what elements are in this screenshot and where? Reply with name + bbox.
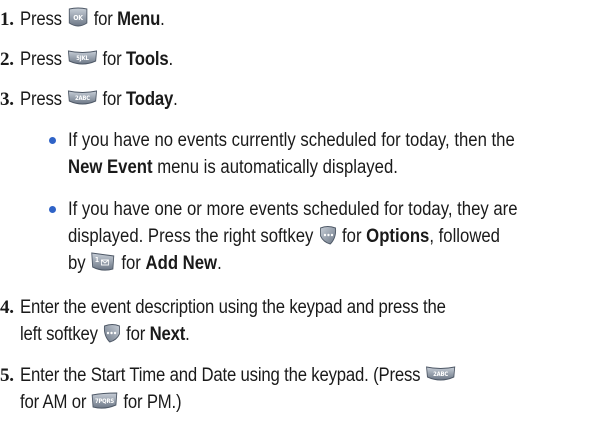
step-4: 4. Enter the event description using the… — [0, 294, 504, 321]
step-3: 3. Press 2ABC for Today. — [0, 86, 199, 113]
step-text: Press — [20, 9, 62, 30]
bullet-line: If you have no events currently schedule… — [68, 130, 515, 151]
step-text: left softkey — [20, 324, 98, 345]
bullet-text: for — [121, 253, 141, 274]
7-key-icon: 7PQRS — [91, 391, 119, 411]
step-5: 5. Enter the Start Time and Date using t… — [0, 362, 516, 389]
step-target: Today — [125, 89, 174, 110]
step-2: 2. Press 5JKL for Tools. — [0, 46, 194, 73]
step-number: 2. — [0, 49, 14, 70]
bullet-text: by — [68, 253, 86, 274]
step-number: 5. — [0, 365, 14, 386]
5-key-icon: 5JKL — [66, 49, 98, 67]
left-softkey-icon — [102, 322, 121, 344]
step-text: for — [102, 49, 122, 70]
step-5-continued: for AM or 7PQRS for PM.) — [20, 389, 203, 416]
5-key-label: 5JKL — [76, 56, 89, 62]
bullet-line: New Event menu is automatically displaye… — [68, 154, 534, 181]
bullet-dot-icon — [49, 137, 56, 144]
bullet-text: for — [342, 226, 362, 247]
menu-ok-key-label: OK — [73, 14, 84, 22]
menu-ok-key-icon: OK — [66, 7, 89, 29]
instruction-document: 1. Press OK for Menu. 2. Press 5JKL for … — [0, 0, 599, 433]
7-key-label: 7PQRS — [95, 399, 114, 405]
bullet-dot-icon — [49, 206, 56, 213]
bullet-line: by 1 for Add New. — [68, 250, 534, 277]
step-end: . — [185, 324, 190, 345]
bullet-item-2: If you have one or more events scheduled… — [49, 196, 598, 277]
bullet-text: , followed — [429, 226, 500, 247]
step-text: Press — [20, 89, 62, 110]
2-key-icon: 2ABC — [425, 365, 457, 383]
2-key-label: 2ABC — [75, 96, 90, 102]
step-text: for — [126, 324, 146, 345]
step-text: for AM or — [20, 392, 87, 413]
step-text: for PM.) — [123, 392, 182, 413]
step-4-continued: left softkey for Next. — [20, 321, 213, 348]
step-text: for — [93, 9, 113, 30]
bullet-line: If you have one or more events scheduled… — [68, 199, 518, 220]
step-text: for — [102, 89, 122, 110]
step-number: 3. — [0, 89, 14, 110]
step-target: Tools — [125, 49, 169, 70]
step-number: 1. — [0, 9, 14, 30]
step-text: Enter the event description using the ke… — [20, 297, 446, 318]
bullet-text: . — [217, 253, 222, 274]
step-text: Enter the Start Time and Date using the … — [20, 365, 421, 386]
step-target: Next — [149, 324, 186, 345]
bullet-target: New Event — [68, 157, 153, 178]
bullet-item-1: If you have no events currently schedule… — [49, 127, 598, 181]
bullet-line: displayed. Press the right softkey for O… — [68, 223, 534, 250]
step-text: Press — [20, 49, 62, 70]
step-1: 1. Press OK for Menu. — [0, 6, 184, 33]
1-key-icon: 1 — [90, 251, 116, 273]
bullet-text: displayed. Press the right softkey — [68, 226, 314, 247]
right-softkey-icon — [318, 224, 337, 246]
step-end: . — [160, 9, 165, 30]
step-number: 4. — [0, 297, 14, 318]
2-key-icon: 2ABC — [66, 89, 98, 107]
1-key-label: 1 — [95, 256, 100, 264]
step-target: Menu — [117, 9, 161, 30]
bullet-target: Add New — [145, 253, 218, 274]
step-end: . — [173, 89, 178, 110]
2-key-label: 2ABC — [433, 372, 448, 378]
bullet-target: Options — [366, 226, 430, 247]
step-end: . — [168, 49, 173, 70]
bullet-text: menu is automatically displayed. — [157, 157, 398, 178]
